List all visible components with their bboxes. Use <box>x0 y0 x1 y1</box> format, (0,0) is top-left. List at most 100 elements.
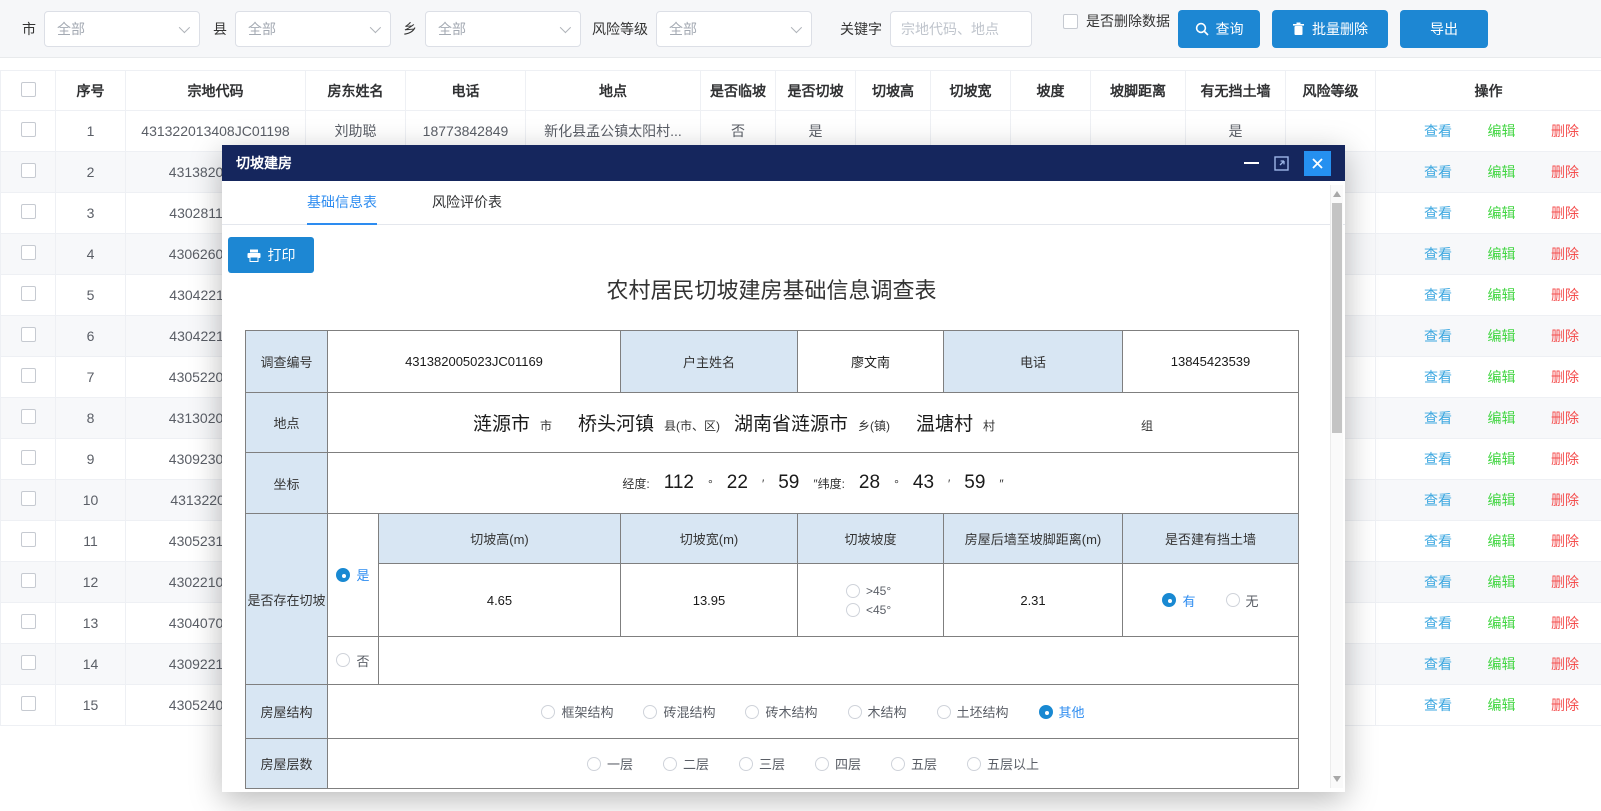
edit-link[interactable]: 编辑 <box>1488 531 1516 551</box>
radio-option[interactable]: 砖木结构 <box>745 702 817 721</box>
view-link[interactable]: 查看 <box>1424 326 1452 346</box>
dialog-titlebar[interactable]: 切坡建房 <box>222 145 1345 181</box>
radio-option[interactable]: 五层 <box>891 754 937 773</box>
row-checkbox[interactable] <box>21 450 36 465</box>
wall-yes-radio[interactable]: 有 <box>1162 591 1195 610</box>
view-link[interactable]: 查看 <box>1424 244 1452 264</box>
delete-link[interactable]: 删除 <box>1551 121 1579 141</box>
view-link[interactable]: 查看 <box>1424 449 1452 469</box>
edit-link[interactable]: 编辑 <box>1488 285 1516 305</box>
city-select[interactable]: 全部 <box>44 11 200 47</box>
delete-link[interactable]: 删除 <box>1551 695 1579 715</box>
view-link[interactable]: 查看 <box>1424 162 1452 182</box>
row-checkbox[interactable] <box>21 696 36 711</box>
radio-option[interactable]: 砖混结构 <box>643 702 715 721</box>
view-link[interactable]: 查看 <box>1424 695 1452 715</box>
edit-link[interactable]: 编辑 <box>1488 408 1516 428</box>
print-button[interactable]: 打印 <box>228 237 314 273</box>
row-checkbox[interactable] <box>21 286 36 301</box>
scroll-down-icon[interactable] <box>1333 776 1341 782</box>
slope-lt45-radio[interactable]: <45° <box>846 603 891 617</box>
scrollbar-thumb[interactable] <box>1332 203 1342 433</box>
row-checkbox[interactable] <box>21 655 36 670</box>
edit-link[interactable]: 编辑 <box>1488 244 1516 264</box>
radio-option[interactable]: 其他 <box>1039 702 1085 721</box>
delete-link[interactable]: 删除 <box>1551 367 1579 387</box>
delete-link[interactable]: 删除 <box>1551 408 1579 428</box>
view-link[interactable]: 查看 <box>1424 285 1452 305</box>
cut-slope-yes-radio[interactable]: 是 <box>336 565 369 584</box>
scroll-up-icon[interactable] <box>1333 191 1341 197</box>
view-link[interactable]: 查看 <box>1424 490 1452 510</box>
tab-risk-evaluation[interactable]: 风险评价表 <box>432 181 502 225</box>
radio-option[interactable]: 五层以上 <box>967 754 1039 773</box>
wall-no-radio[interactable]: 无 <box>1226 591 1259 610</box>
delete-link[interactable]: 删除 <box>1551 203 1579 223</box>
row-checkbox[interactable] <box>21 204 36 219</box>
row-checkbox[interactable] <box>21 368 36 383</box>
row-checkbox[interactable] <box>21 245 36 260</box>
row-checkbox[interactable] <box>21 327 36 342</box>
radio-option[interactable]: 三层 <box>739 754 785 773</box>
col-header-phone: 电话 <box>406 71 526 111</box>
edit-link[interactable]: 编辑 <box>1488 572 1516 592</box>
batch-delete-button[interactable]: 批量删除 <box>1272 10 1388 48</box>
radio-option[interactable]: 二层 <box>663 754 709 773</box>
radio-option[interactable]: 木结构 <box>848 702 907 721</box>
export-button[interactable]: 导出 <box>1400 10 1488 48</box>
edit-link[interactable]: 编辑 <box>1488 490 1516 510</box>
tab-basic-info[interactable]: 基础信息表 <box>307 181 377 225</box>
delete-link[interactable]: 删除 <box>1551 449 1579 469</box>
row-checkbox[interactable] <box>21 491 36 506</box>
edit-link[interactable]: 编辑 <box>1488 367 1516 387</box>
row-checkbox[interactable] <box>21 614 36 629</box>
view-link[interactable]: 查看 <box>1424 121 1452 141</box>
cut-slope-no-radio[interactable]: 否 <box>336 651 369 670</box>
row-checkbox[interactable] <box>21 122 36 137</box>
delete-link[interactable]: 删除 <box>1551 572 1579 592</box>
delete-link[interactable]: 删除 <box>1551 285 1579 305</box>
view-link[interactable]: 查看 <box>1424 654 1452 674</box>
view-link[interactable]: 查看 <box>1424 572 1452 592</box>
township-select[interactable]: 全部 <box>425 11 581 47</box>
view-link[interactable]: 查看 <box>1424 613 1452 633</box>
radio-option[interactable]: 四层 <box>815 754 861 773</box>
edit-link[interactable]: 编辑 <box>1488 613 1516 633</box>
keyword-input[interactable] <box>890 11 1032 47</box>
edit-link[interactable]: 编辑 <box>1488 654 1516 674</box>
deleted-data-checkbox[interactable] <box>1063 14 1078 29</box>
edit-link[interactable]: 编辑 <box>1488 162 1516 182</box>
close-icon[interactable] <box>1304 151 1331 176</box>
view-link[interactable]: 查看 <box>1424 367 1452 387</box>
risk-level-select[interactable]: 全部 <box>656 11 812 47</box>
view-link[interactable]: 查看 <box>1424 203 1452 223</box>
maximize-icon[interactable] <box>1274 156 1289 171</box>
select-all-checkbox[interactable] <box>21 82 36 97</box>
edit-link[interactable]: 编辑 <box>1488 121 1516 141</box>
delete-link[interactable]: 删除 <box>1551 326 1579 346</box>
delete-link[interactable]: 删除 <box>1551 654 1579 674</box>
minimize-icon[interactable] <box>1244 162 1259 164</box>
view-link[interactable]: 查看 <box>1424 531 1452 551</box>
delete-link[interactable]: 删除 <box>1551 613 1579 633</box>
modal-scrollbar[interactable] <box>1330 185 1343 788</box>
row-checkbox[interactable] <box>21 573 36 588</box>
radio-option[interactable]: 框架结构 <box>541 702 613 721</box>
row-checkbox[interactable] <box>21 163 36 178</box>
delete-link[interactable]: 删除 <box>1551 162 1579 182</box>
edit-link[interactable]: 编辑 <box>1488 326 1516 346</box>
delete-link[interactable]: 删除 <box>1551 531 1579 551</box>
delete-link[interactable]: 删除 <box>1551 490 1579 510</box>
edit-link[interactable]: 编辑 <box>1488 203 1516 223</box>
county-select[interactable]: 全部 <box>235 11 391 47</box>
view-link[interactable]: 查看 <box>1424 408 1452 428</box>
edit-link[interactable]: 编辑 <box>1488 695 1516 715</box>
edit-link[interactable]: 编辑 <box>1488 449 1516 469</box>
row-checkbox[interactable] <box>21 532 36 547</box>
delete-link[interactable]: 删除 <box>1551 244 1579 264</box>
search-button[interactable]: 查询 <box>1178 10 1260 48</box>
radio-option[interactable]: 土坯结构 <box>937 702 1009 721</box>
radio-option[interactable]: 一层 <box>587 754 633 773</box>
slope-gt45-radio[interactable]: >45° <box>846 584 891 598</box>
row-checkbox[interactable] <box>21 409 36 424</box>
